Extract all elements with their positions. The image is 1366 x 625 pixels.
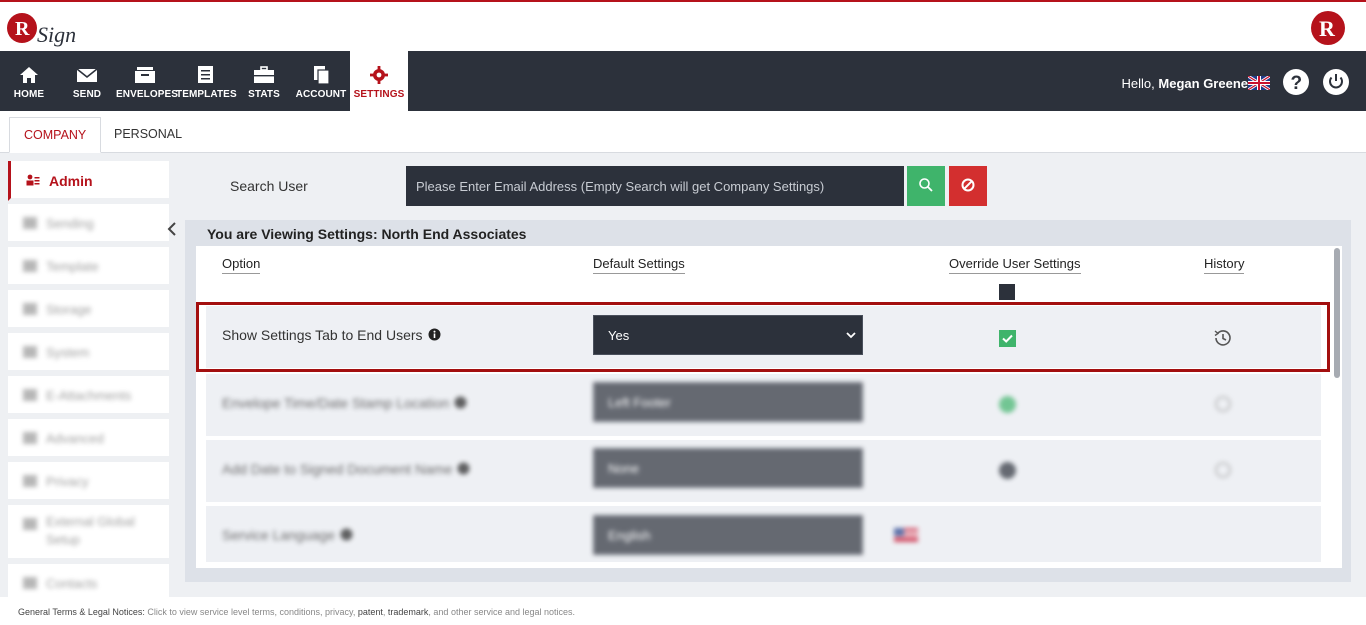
nav-stats[interactable]: STATS bbox=[244, 51, 284, 111]
advanced-icon bbox=[23, 432, 37, 444]
table-scrollbar[interactable] bbox=[1334, 248, 1340, 378]
history-icon[interactable] bbox=[1212, 327, 1234, 349]
company-logo-icon: R bbox=[1311, 11, 1345, 45]
sidebar-item-privacy[interactable]: Privacy bbox=[8, 462, 169, 502]
sidebar-item-system[interactable]: System bbox=[8, 333, 169, 373]
storage-icon bbox=[23, 303, 37, 315]
default-setting-select[interactable]: None bbox=[593, 448, 863, 488]
svg-text:Sign: Sign bbox=[37, 22, 76, 47]
search-user-label: Search User bbox=[230, 178, 308, 194]
briefcase-icon bbox=[254, 66, 274, 83]
nav-send[interactable]: SEND bbox=[66, 51, 108, 111]
us-flag-icon bbox=[894, 528, 918, 542]
column-override-user-settings: Override User Settings bbox=[949, 256, 1081, 274]
sidebar-item-external-global-setup[interactable]: External Global Setup bbox=[8, 505, 169, 561]
settings-sidebar: Admin Sending Template Storage System E-… bbox=[8, 161, 170, 604]
history-icon[interactable] bbox=[1212, 393, 1234, 415]
info-icon[interactable] bbox=[340, 528, 353, 541]
footer: General Terms & Legal Notices: Click to … bbox=[0, 597, 1366, 625]
override-checkbox[interactable] bbox=[999, 462, 1016, 479]
nav-account[interactable]: ACCOUNT bbox=[294, 51, 348, 111]
privacy-icon bbox=[23, 475, 37, 487]
svg-text:R: R bbox=[15, 18, 30, 40]
search-button[interactable] bbox=[907, 166, 945, 206]
nav-settings[interactable]: SETTINGS bbox=[350, 51, 408, 111]
sidebar-item-advanced[interactable]: Advanced bbox=[8, 419, 169, 459]
top-bar: R Sign R bbox=[0, 0, 1366, 51]
ban-icon bbox=[961, 178, 975, 191]
rsign-logo[interactable]: R Sign bbox=[6, 8, 86, 50]
power-icon[interactable] bbox=[1322, 68, 1350, 96]
help-icon[interactable]: ? bbox=[1282, 68, 1310, 96]
inbox-icon bbox=[135, 67, 155, 83]
envelope-icon bbox=[76, 68, 98, 82]
home-icon bbox=[20, 67, 38, 83]
default-setting-select[interactable]: English bbox=[593, 515, 863, 555]
checkmark-icon bbox=[1002, 334, 1013, 343]
template-icon bbox=[23, 260, 37, 272]
info-icon[interactable] bbox=[428, 328, 441, 341]
option-label: Service Language bbox=[222, 527, 353, 543]
sidebar-item-e-attachments[interactable]: E-Attachments bbox=[8, 376, 169, 416]
option-label: Envelope Time/Date Stamp Location bbox=[222, 395, 467, 411]
viewing-settings-title: You are Viewing Settings: North End Asso… bbox=[207, 226, 527, 242]
override-checkbox[interactable] bbox=[999, 396, 1016, 413]
patent-link[interactable]: patent bbox=[358, 607, 383, 617]
override-all-checkbox[interactable] bbox=[999, 284, 1015, 300]
column-default-settings: Default Settings bbox=[593, 256, 685, 274]
option-label: Show Settings Tab to End Users bbox=[222, 327, 441, 343]
info-icon[interactable] bbox=[457, 462, 470, 475]
tab-personal[interactable]: PERSONAL bbox=[100, 117, 196, 153]
sidebar-item-sending[interactable]: Sending bbox=[8, 204, 169, 244]
nav-home[interactable]: HOME bbox=[6, 51, 52, 111]
search-icon bbox=[919, 177, 933, 192]
default-setting-select[interactable]: Left Footer bbox=[593, 382, 863, 422]
clear-search-button[interactable] bbox=[949, 166, 987, 206]
option-label: Add Date to Signed Document Name bbox=[222, 461, 470, 477]
default-setting-select[interactable]: Yes bbox=[593, 315, 863, 355]
sidebar-item-template[interactable]: Template bbox=[8, 247, 169, 287]
system-icon bbox=[23, 346, 37, 358]
admin-icon bbox=[26, 174, 40, 186]
templates-icon bbox=[198, 66, 213, 83]
trademark-link[interactable]: trademark bbox=[388, 607, 429, 617]
settings-tabs: COMPANY PERSONAL bbox=[0, 111, 1366, 153]
user-greeting: Hello, Megan Greene bbox=[1121, 76, 1248, 91]
chevron-down-icon bbox=[846, 332, 856, 339]
collapse-sidebar-icon[interactable] bbox=[166, 222, 178, 236]
contacts-icon bbox=[23, 577, 37, 589]
history-icon[interactable] bbox=[1212, 459, 1234, 481]
svg-text:R: R bbox=[1319, 16, 1336, 41]
info-icon[interactable] bbox=[454, 396, 467, 409]
user-name[interactable]: Megan Greene bbox=[1158, 76, 1248, 91]
tab-company[interactable]: COMPANY bbox=[9, 117, 102, 153]
external-icon bbox=[23, 518, 37, 530]
sidebar-item-admin[interactable]: Admin bbox=[8, 161, 169, 201]
column-history: History bbox=[1204, 256, 1245, 274]
footer-text: General Terms & Legal Notices: Click to … bbox=[18, 607, 576, 617]
uk-flag-icon[interactable] bbox=[1248, 76, 1270, 90]
nav-templates[interactable]: TEMPLATES bbox=[176, 51, 237, 111]
sending-icon bbox=[23, 217, 37, 229]
nav-envelopes[interactable]: ENVELOPES bbox=[116, 51, 178, 111]
account-icon bbox=[314, 66, 330, 85]
svg-text:?: ? bbox=[1291, 73, 1303, 94]
override-checkbox[interactable] bbox=[999, 330, 1016, 347]
search-email-input[interactable] bbox=[406, 166, 904, 206]
attachment-icon bbox=[23, 389, 37, 401]
sidebar-item-storage[interactable]: Storage bbox=[8, 290, 169, 330]
column-option: Option bbox=[222, 256, 261, 274]
gear-icon bbox=[370, 66, 388, 84]
